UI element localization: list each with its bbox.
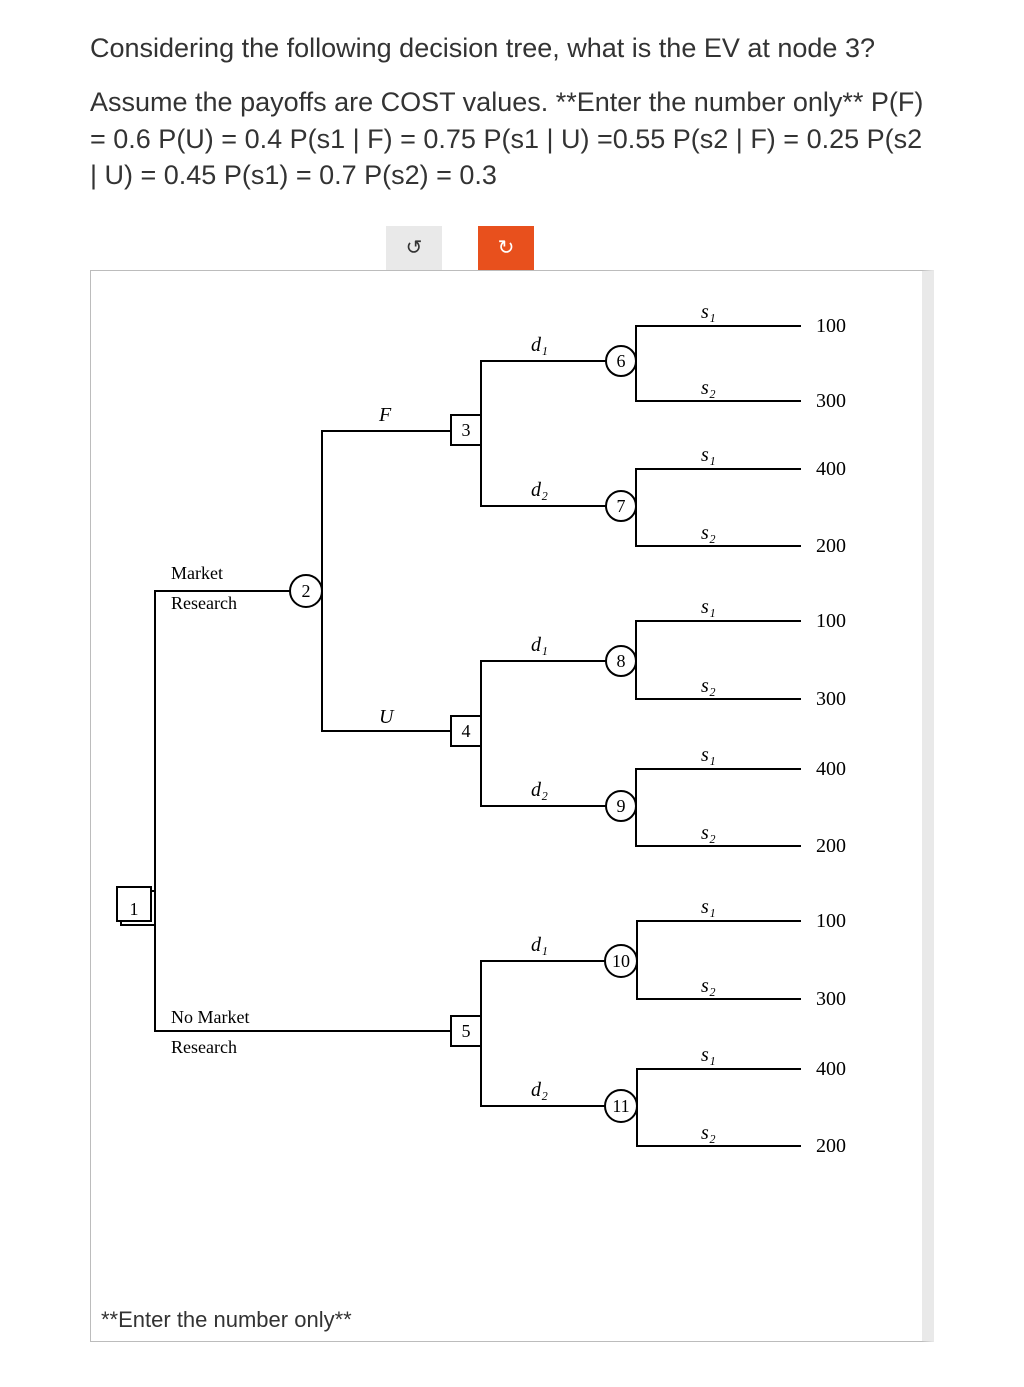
node-9-label: 9 — [617, 796, 626, 816]
label-7-s1: s₁ — [701, 444, 716, 466]
node-7-label: 7 — [617, 496, 626, 516]
label-8-s2: s₂ — [701, 675, 716, 697]
question-text: Considering the following decision tree,… — [90, 30, 934, 66]
label-3-d1: d₁ — [531, 334, 548, 356]
branch-8-s2 — [636, 661, 801, 699]
payoff-11-s2: 200 — [816, 1135, 846, 1157]
branch-F — [322, 431, 451, 591]
payoff-7-s1: 400 — [816, 458, 846, 480]
branch-6-s1 — [636, 326, 801, 361]
payoff-6-s1: 100 — [816, 315, 846, 337]
node-6-label: 6 — [617, 351, 626, 371]
decision-tree-panel: 1 Market Research No Market Research 2 F… — [90, 270, 934, 1342]
branch-10-s2 — [637, 961, 801, 999]
branch-6-s2 — [636, 361, 801, 401]
node-1-label: 1 — [130, 899, 139, 919]
label-11-s2: s₂ — [701, 1122, 716, 1144]
branch-10-s1 — [637, 921, 801, 961]
label-9-s2: s₂ — [701, 822, 716, 844]
label-8-s1: s₁ — [701, 596, 716, 618]
branch-5-d1 — [481, 961, 606, 1031]
label-5-d2: d₂ — [531, 1079, 548, 1101]
payoff-11-s1: 400 — [816, 1058, 846, 1080]
label-5-d1: d₁ — [531, 934, 548, 956]
label-11-s1: s₁ — [701, 1044, 716, 1066]
label-9-s1: s₁ — [701, 744, 716, 766]
node-3-label: 3 — [462, 420, 471, 440]
action-buttons: ↺ ↻ — [38, 226, 882, 270]
branch-11-s1 — [637, 1069, 801, 1106]
node-11-label: 11 — [612, 1096, 629, 1116]
label-U: U — [379, 706, 395, 728]
node-2-label: 2 — [302, 581, 311, 601]
payoff-9-s2: 200 — [816, 835, 846, 857]
node-4-label: 4 — [462, 721, 471, 741]
decision-tree: 1 Market Research No Market Research 2 F… — [101, 301, 901, 1301]
node-5-label: 5 — [462, 1021, 471, 1041]
redo-button[interactable]: ↻ — [478, 226, 534, 270]
branch-8-s1 — [636, 621, 801, 661]
label-4-d2: d₂ — [531, 779, 548, 801]
label-3-d2: d₂ — [531, 479, 548, 501]
label-7-s2: s₂ — [701, 522, 716, 544]
payoff-9-s1: 400 — [816, 758, 846, 780]
undo-button[interactable]: ↺ — [386, 226, 442, 270]
label-market: Market — [171, 563, 223, 583]
label-4-d1: d₁ — [531, 634, 548, 656]
label-research-lower: Research — [171, 1037, 237, 1057]
payoff-8-s1: 100 — [816, 610, 846, 632]
branch-9-s2 — [636, 806, 801, 846]
label-F: F — [378, 404, 392, 426]
payoff-6-s2: 300 — [816, 390, 846, 412]
payoff-10-s2: 300 — [816, 988, 846, 1010]
label-research-upper: Research — [171, 593, 237, 613]
label-6-s1: s₁ — [701, 301, 716, 323]
branch-market — [155, 591, 291, 908]
label-10-s1: s₁ — [701, 896, 716, 918]
branch-7-s2 — [636, 506, 801, 546]
branch-9-s1 — [636, 769, 801, 806]
label-nomarket: No Market — [171, 1007, 249, 1027]
payoff-7-s2: 200 — [816, 535, 846, 557]
branch-3-d1 — [481, 361, 606, 430]
label-10-s2: s₂ — [701, 975, 716, 997]
probabilities-text: Assume the payoffs are COST values. **En… — [90, 84, 934, 193]
label-6-s2: s₂ — [701, 377, 716, 399]
node-10-label: 10 — [612, 951, 630, 971]
branch-7-s1 — [636, 469, 801, 506]
branch-11-s2 — [637, 1106, 801, 1146]
payoff-10-s1: 100 — [816, 910, 846, 932]
node-8-label: 8 — [617, 651, 626, 671]
branch-4-d1 — [481, 661, 606, 731]
enter-number-footnote: **Enter the number only** — [101, 1301, 912, 1333]
payoff-8-s2: 300 — [816, 688, 846, 710]
